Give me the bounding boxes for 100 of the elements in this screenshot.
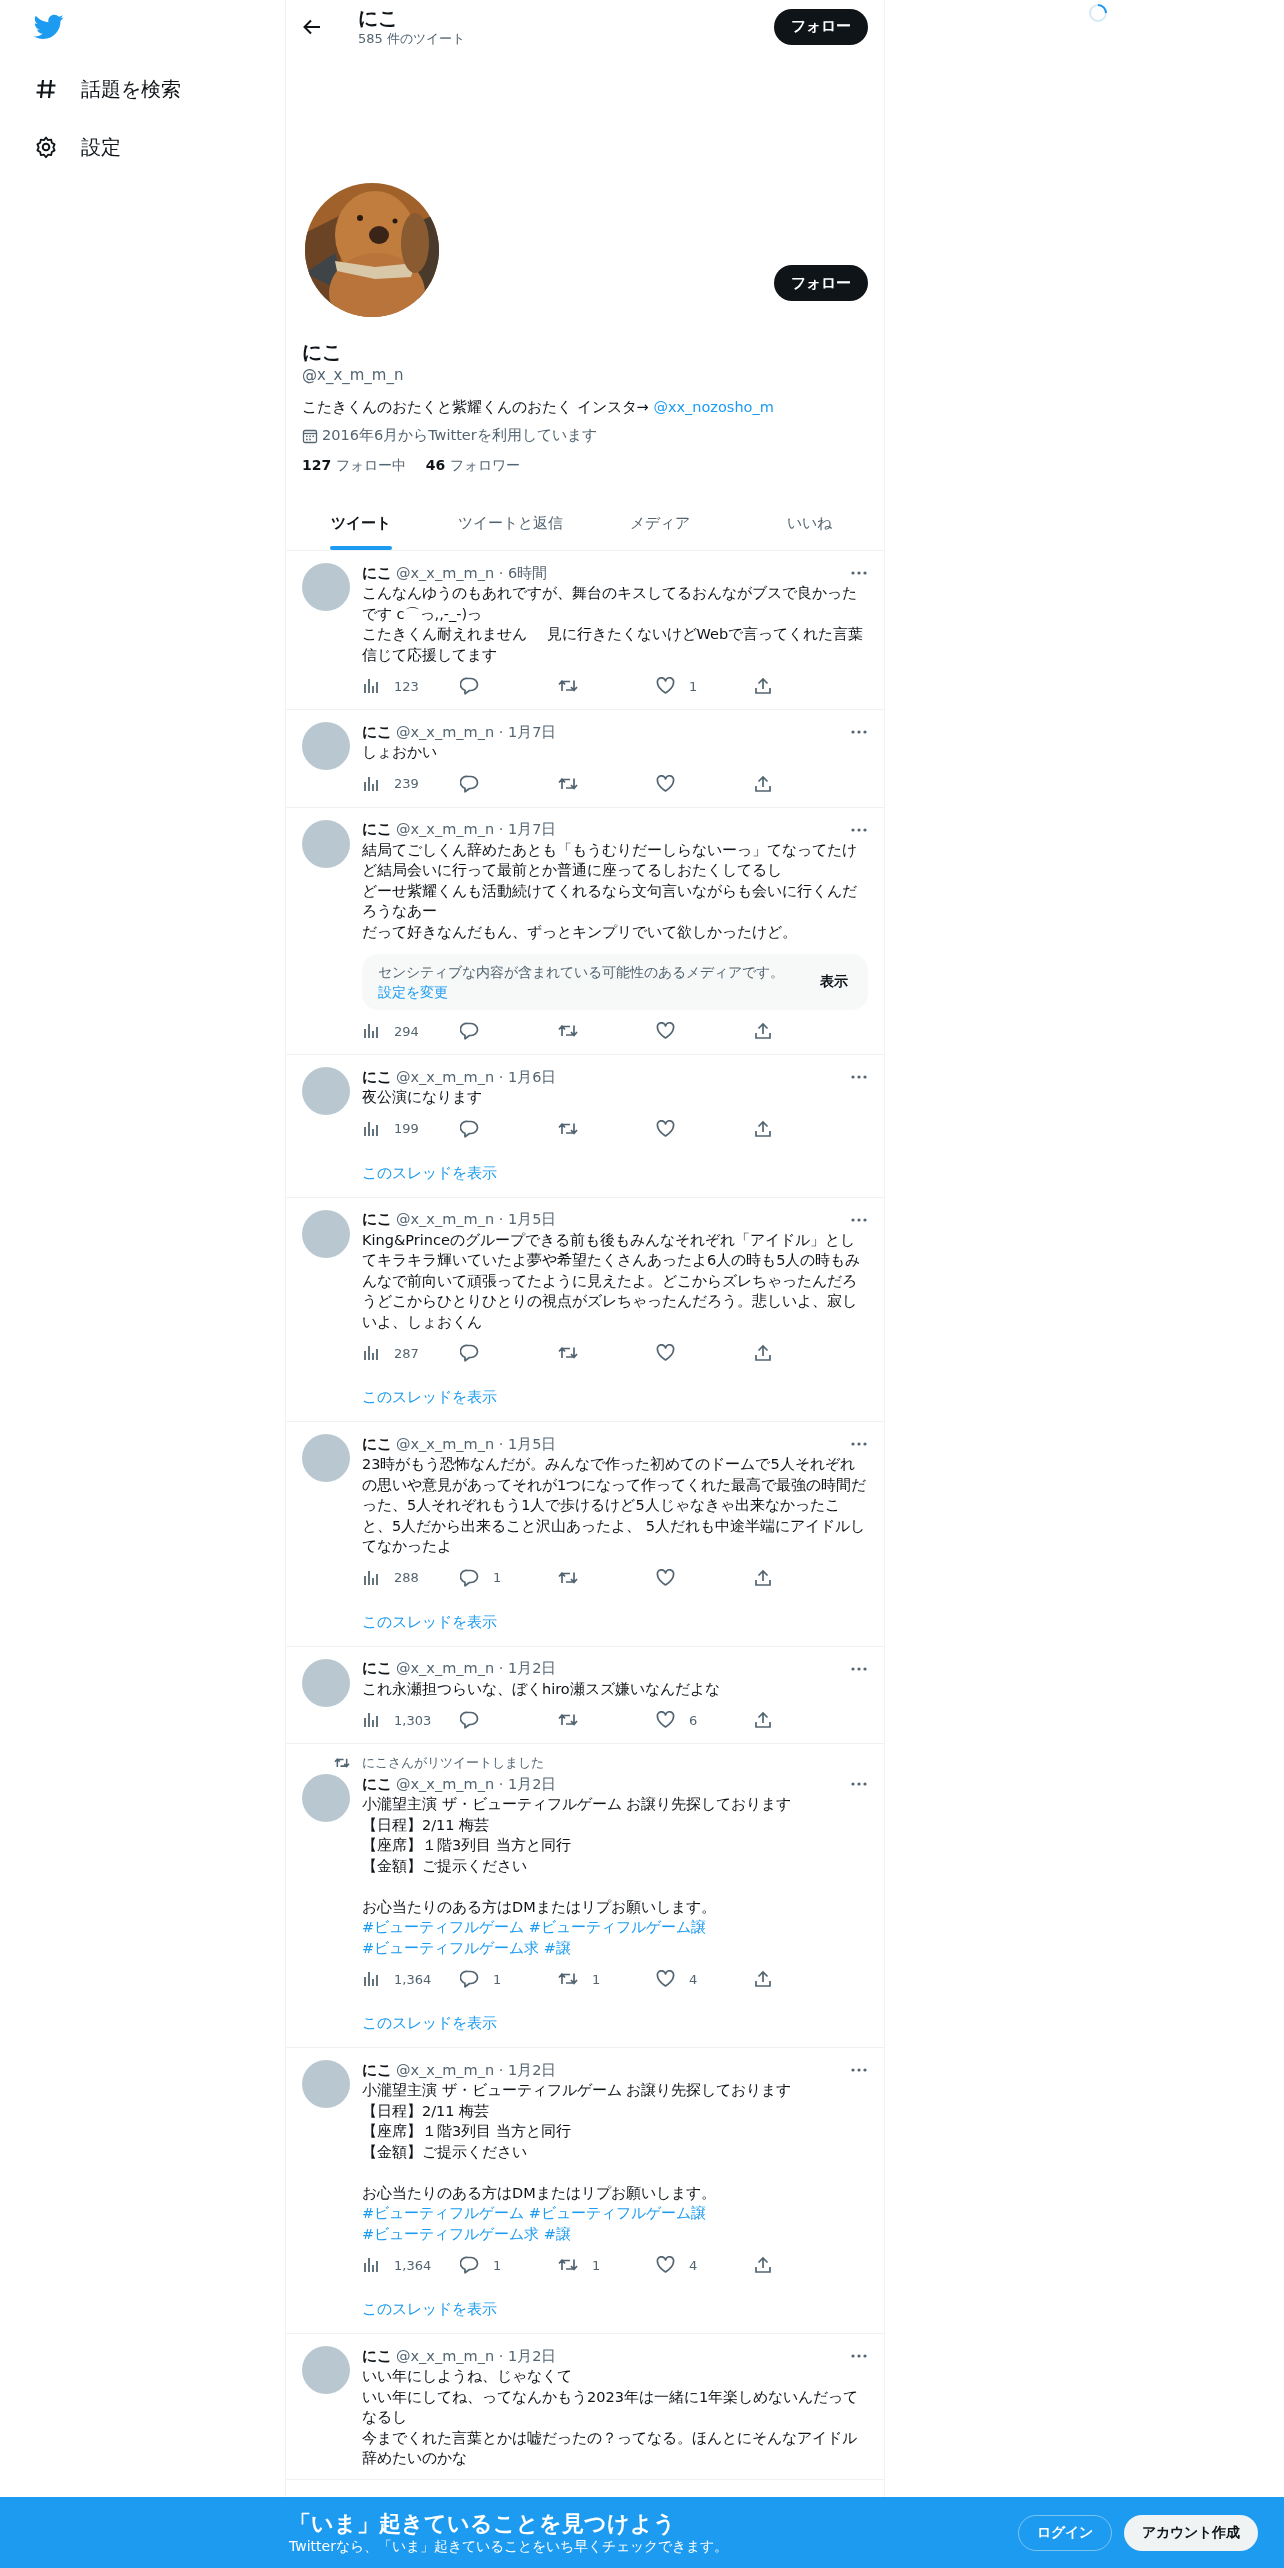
view-count: 123 <box>394 678 419 694</box>
reply-icon[interactable] <box>460 774 479 793</box>
share-icon[interactable] <box>754 1711 772 1729</box>
heart-icon[interactable] <box>656 2256 675 2274</box>
views-icon[interactable] <box>362 1022 380 1040</box>
sidebar-item[interactable]: 設定 <box>34 118 121 176</box>
views-icon[interactable] <box>362 1970 380 1988</box>
author-name[interactable]: にこ <box>362 1067 392 1087</box>
share-icon[interactable] <box>754 1568 772 1587</box>
tweet-text: こんなんゆうのもあれですが、舞台のキスしてるおんながブスで良かったです c⌒っ,,-_-)っ <box>362 584 858 624</box>
followers-count[interactable]: 46 フォロワー <box>425 457 520 475</box>
retweet-label: にこさんがリツイートしました <box>362 1754 544 1772</box>
tweet-meta: @x_x_m_m_n · 1月7日 <box>396 722 558 742</box>
bird-logo-icon[interactable] <box>34 14 64 40</box>
tweet-text: どーせ紫耀くんも活動続けてくれるなら文句言いながらも会いに行くんだろうなあー <box>362 881 858 921</box>
hashtag-icon <box>34 77 58 101</box>
heart-icon[interactable] <box>656 1344 675 1362</box>
share-icon[interactable] <box>754 774 772 793</box>
more-icon[interactable] <box>850 1665 868 1672</box>
tweet-count: 585 件のツイート <box>358 29 466 48</box>
share-icon[interactable] <box>754 1344 772 1362</box>
follow-button[interactable]: フォロー <box>774 265 868 301</box>
heart-icon[interactable] <box>656 1711 675 1729</box>
views-icon[interactable] <box>362 2256 380 2274</box>
reply-icon[interactable] <box>460 1970 479 1988</box>
profile-tab[interactable]: いいね <box>734 497 884 550</box>
author-name[interactable]: にこ <box>362 2346 392 2366</box>
views-icon[interactable] <box>362 677 380 695</box>
profile-tab[interactable]: ツイートと返信 <box>435 497 585 550</box>
settings-icon <box>34 135 58 159</box>
view-count: 199 <box>394 1121 419 1136</box>
reply-icon[interactable] <box>460 1344 479 1362</box>
author-name[interactable]: にこ <box>362 722 392 742</box>
tweet-text: 【日程】2/11 梅芸 <box>362 1815 491 1835</box>
more-icon[interactable] <box>850 1781 868 1787</box>
more-icon[interactable] <box>850 2353 868 2359</box>
author-name[interactable]: にこ <box>362 1774 392 1794</box>
signup-button[interactable]: アカウント作成 <box>1124 2514 1258 2551</box>
follow-button[interactable]: フォロー <box>774 8 868 45</box>
view-count: 1,303 <box>394 1712 432 1728</box>
author-name[interactable]: にこ <box>362 1434 392 1454</box>
retweet-count: 1 <box>592 2257 601 2273</box>
reply-icon[interactable] <box>460 2256 479 2274</box>
author-name[interactable]: にこ <box>362 1659 392 1678</box>
heart-icon[interactable] <box>656 1022 675 1040</box>
reply-icon[interactable] <box>460 1119 479 1138</box>
author-name[interactable]: にこ <box>362 820 392 839</box>
heart-icon[interactable] <box>656 677 675 695</box>
more-icon[interactable] <box>850 1441 868 1447</box>
tweet-meta: @x_x_m_m_n · 1月2日 <box>396 1774 558 1794</box>
share-icon[interactable] <box>754 1119 772 1138</box>
heart-icon[interactable] <box>656 1970 675 1988</box>
views-icon[interactable] <box>362 1711 380 1729</box>
reply-icon[interactable] <box>460 1711 479 1729</box>
reply-icon[interactable] <box>460 677 479 695</box>
tweet-text: しょおかい <box>362 743 438 762</box>
heart-icon[interactable] <box>656 1568 675 1587</box>
tweet-text: 夜公演になります <box>362 1088 483 1107</box>
share-icon[interactable] <box>754 1022 772 1040</box>
more-icon[interactable] <box>850 570 868 576</box>
more-icon[interactable] <box>850 826 868 833</box>
view-count: 1,364 <box>394 1971 432 1987</box>
replie-count: 1 <box>493 2257 502 2273</box>
profile-tab[interactable]: メディア <box>585 497 735 550</box>
tweet-text: 【座席】１階3列目 当方と同行 <box>362 2122 572 2141</box>
tweet-meta: @x_x_m_m_n · 1月5日 <box>396 1210 558 1229</box>
views-icon[interactable] <box>362 1568 380 1587</box>
views-icon[interactable] <box>362 1119 380 1138</box>
profile-tab[interactable]: ツイート <box>286 497 436 550</box>
reply-icon[interactable] <box>460 1022 479 1040</box>
more-icon[interactable] <box>850 2067 868 2073</box>
share-icon[interactable] <box>754 677 772 695</box>
following-count[interactable]: 127 フォロー中 <box>302 457 406 475</box>
more-icon[interactable] <box>850 729 868 735</box>
reply-icon[interactable] <box>460 1568 479 1587</box>
calendar-icon <box>302 427 318 444</box>
heart-icon[interactable] <box>656 1119 675 1138</box>
author-name[interactable]: にこ <box>362 563 392 583</box>
author-name[interactable]: にこ <box>362 2060 392 2080</box>
views-icon[interactable] <box>362 774 380 793</box>
tweet-text: こたきくん耐えれません 見に行きたくないけどWebで言ってくれた言葉信じて応援してます <box>362 625 865 665</box>
view-count: 287 <box>394 1345 419 1361</box>
author-name[interactable]: にこ <box>362 1210 392 1229</box>
share-icon[interactable] <box>754 1970 772 1988</box>
tweet-text: いい年にしてね、ってなんかもう2023年は一緒に1年楽しめないんだってなるし <box>362 2387 860 2427</box>
more-icon[interactable] <box>850 1074 868 1080</box>
more-icon[interactable] <box>850 1216 868 1223</box>
views-icon[interactable] <box>362 1344 380 1362</box>
heart-icon[interactable] <box>656 774 675 793</box>
replie-count: 1 <box>493 1971 502 1987</box>
join-date: 2016年6月からTwitterを利用しています <box>322 426 597 445</box>
loading-spinner-icon <box>1088 3 1108 23</box>
share-icon[interactable] <box>754 2256 772 2274</box>
retweet-count: 1 <box>592 1971 601 1987</box>
retweet-icon <box>334 1756 350 1770</box>
sidebar-item[interactable]: 話題を検索 <box>34 60 181 118</box>
notice-text: センシティブな内容が含まれている可能性のあるメディアです。 設定を変更 <box>378 963 785 1002</box>
replie-count: 1 <box>493 1570 502 1585</box>
show-button[interactable]: 表示 <box>816 969 852 995</box>
tweet-meta: @x_x_m_m_n · 1月6日 <box>396 1067 558 1087</box>
